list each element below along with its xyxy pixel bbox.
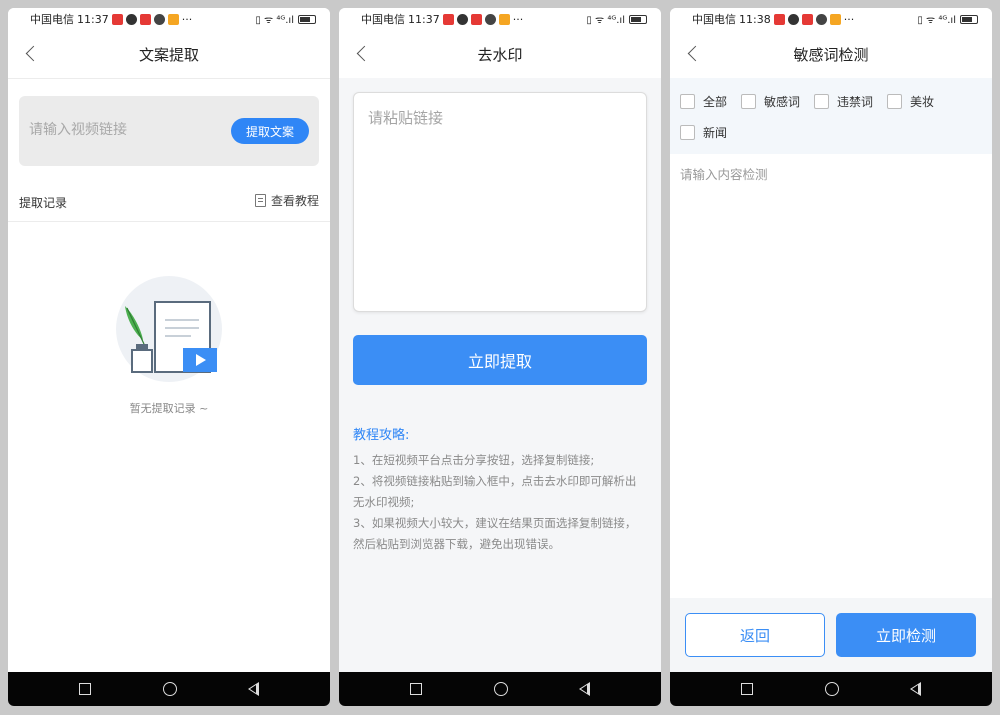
status-time: 11:38 (739, 12, 771, 26)
signal-icons: ▯ ᯤ ⁴ᴳ.ıl (586, 15, 625, 26)
checkbox-icon[interactable] (741, 94, 756, 109)
app-notification-icon (829, 13, 841, 25)
video-link-input[interactable] (29, 118, 219, 142)
signal-icons: ▯ ᯤ ⁴ᴳ.ıl (917, 15, 956, 26)
view-tutorial-link[interactable]: 查看教程 (254, 192, 319, 209)
wechat-icon (815, 13, 827, 25)
page-title: 去水印 (477, 45, 523, 64)
link-input-box: 提取文案 (19, 96, 319, 166)
app-notification-icon (442, 13, 454, 25)
home-icon[interactable] (824, 682, 839, 696)
status-bar: 中国电信 11:38 ··· ▯ ᯤ ⁴ᴳ.ıl (670, 8, 992, 30)
battery-icon (960, 14, 978, 24)
nav-bar: 文案提取 (8, 30, 330, 78)
paste-link-box (353, 92, 647, 312)
app-notification-icon (167, 13, 179, 25)
more-notifications-icon: ··· (843, 12, 855, 26)
status-bar: 中国电信 11:37 ··· ▯ ᯤ ⁴ᴳ.ıl (339, 8, 661, 30)
qq-icon (125, 13, 137, 25)
nav-bar: 去水印 (339, 30, 661, 78)
tutorial-step: 3、如果视频大小较大，建议在结果页面选择复制链接，然后粘贴到浏览器下载，避免出现… (353, 516, 637, 551)
filter-prohibited-checkbox[interactable]: 违禁词 (814, 93, 873, 110)
app-notification-icon (111, 13, 123, 25)
return-button[interactable]: 返回 (685, 613, 825, 657)
more-notifications-icon: ··· (181, 12, 193, 26)
document-icon (254, 194, 266, 207)
content-check-input[interactable] (680, 164, 980, 584)
carrier-label: 中国电信 (30, 13, 74, 26)
carrier-label: 中国电信 (692, 13, 736, 26)
filter-sensitive-checkbox[interactable]: 敏感词 (741, 93, 800, 110)
checkbox-icon[interactable] (887, 94, 902, 109)
filter-news-checkbox[interactable]: 新闻 (680, 124, 727, 141)
screen-copy-extract: 中国电信 11:37 ··· ▯ ᯤ ⁴ᴳ.ıl 文案提取 提取文案 提取记录 … (8, 8, 330, 706)
home-icon[interactable] (162, 682, 177, 696)
page-title: 文案提取 (138, 45, 199, 64)
checkbox-icon[interactable] (680, 125, 695, 140)
empty-records-illustration (116, 276, 222, 382)
wechat-icon (153, 13, 165, 25)
back-icon[interactable] (578, 682, 590, 696)
back-arrow-icon[interactable] (353, 44, 373, 64)
status-time: 11:37 (77, 12, 109, 26)
status-bar: 中国电信 11:37 ··· ▯ ᯤ ⁴ᴳ.ıl (8, 8, 330, 30)
app-notification-icon (139, 13, 151, 25)
view-tutorial-label: 查看教程 (270, 194, 319, 208)
tutorial-steps: 1、在短视频平台点击分享按钮，选择复制链接; 2、将视频链接粘贴到输入框中，点击… (353, 450, 647, 555)
nav-bar: 敏感词检测 (670, 30, 992, 78)
action-bar: 返回 立即检测 (670, 598, 992, 672)
back-arrow-icon[interactable] (22, 44, 42, 64)
screen-remove-watermark: 中国电信 11:37 ··· ▯ ᯤ ⁴ᴳ.ıl 去水印 立即提取 教程攻略: … (339, 8, 661, 706)
tutorial-title: 教程攻略: (353, 428, 410, 443)
category-filters: 全部 敏感词 违禁词 美妆 新闻 (670, 78, 992, 154)
extract-copy-button[interactable]: 提取文案 (231, 118, 309, 144)
back-arrow-icon[interactable] (684, 44, 704, 64)
detect-now-button[interactable]: 立即检测 (836, 613, 976, 657)
app-notification-icon (470, 13, 482, 25)
empty-records-text: 暂无提取记录 ~ (129, 402, 209, 415)
carrier-label: 中国电信 (361, 13, 405, 26)
screen-sensitive-word-check: 中国电信 11:38 ··· ▯ ᯤ ⁴ᴳ.ıl 敏感词检测 全部 敏感词 违禁… (670, 8, 992, 706)
paste-link-input[interactable] (368, 107, 634, 297)
system-nav-bar (670, 672, 992, 706)
status-time: 11:37 (408, 12, 440, 26)
divider (8, 78, 330, 79)
battery-icon (298, 14, 316, 24)
system-nav-bar (339, 672, 661, 706)
filter-label: 全部 (703, 95, 728, 109)
tutorial-step: 2、将视频链接粘贴到输入框中，点击去水印即可解析出无水印视频; (353, 474, 637, 509)
checkbox-icon[interactable] (814, 94, 829, 109)
home-icon[interactable] (493, 682, 508, 696)
more-notifications-icon: ··· (512, 12, 524, 26)
filter-all-checkbox[interactable]: 全部 (680, 93, 727, 110)
filter-label: 新闻 (703, 126, 728, 140)
records-label: 提取记录 (19, 196, 68, 210)
filter-label: 美妆 (910, 95, 935, 109)
filter-label: 敏感词 (764, 95, 801, 109)
recent-apps-icon[interactable] (79, 683, 92, 695)
app-notification-icon (801, 13, 813, 25)
filter-beauty-checkbox[interactable]: 美妆 (887, 93, 934, 110)
page-title: 敏感词检测 (793, 45, 869, 64)
wechat-icon (484, 13, 496, 25)
qq-icon (787, 13, 799, 25)
extract-now-button[interactable]: 立即提取 (353, 335, 647, 385)
back-icon[interactable] (247, 682, 259, 696)
back-icon[interactable] (909, 682, 921, 696)
system-nav-bar (8, 672, 330, 706)
filter-label: 违禁词 (837, 95, 874, 109)
recent-apps-icon[interactable] (410, 683, 423, 695)
qq-icon (456, 13, 468, 25)
recent-apps-icon[interactable] (741, 683, 754, 695)
app-notification-icon (498, 13, 510, 25)
divider (8, 221, 330, 222)
checkbox-icon[interactable] (680, 94, 695, 109)
battery-icon (629, 14, 647, 24)
app-notification-icon (773, 13, 785, 25)
signal-icons: ▯ ᯤ ⁴ᴳ.ıl (255, 15, 294, 26)
tutorial-step: 1、在短视频平台点击分享按钮，选择复制链接; (353, 453, 595, 467)
